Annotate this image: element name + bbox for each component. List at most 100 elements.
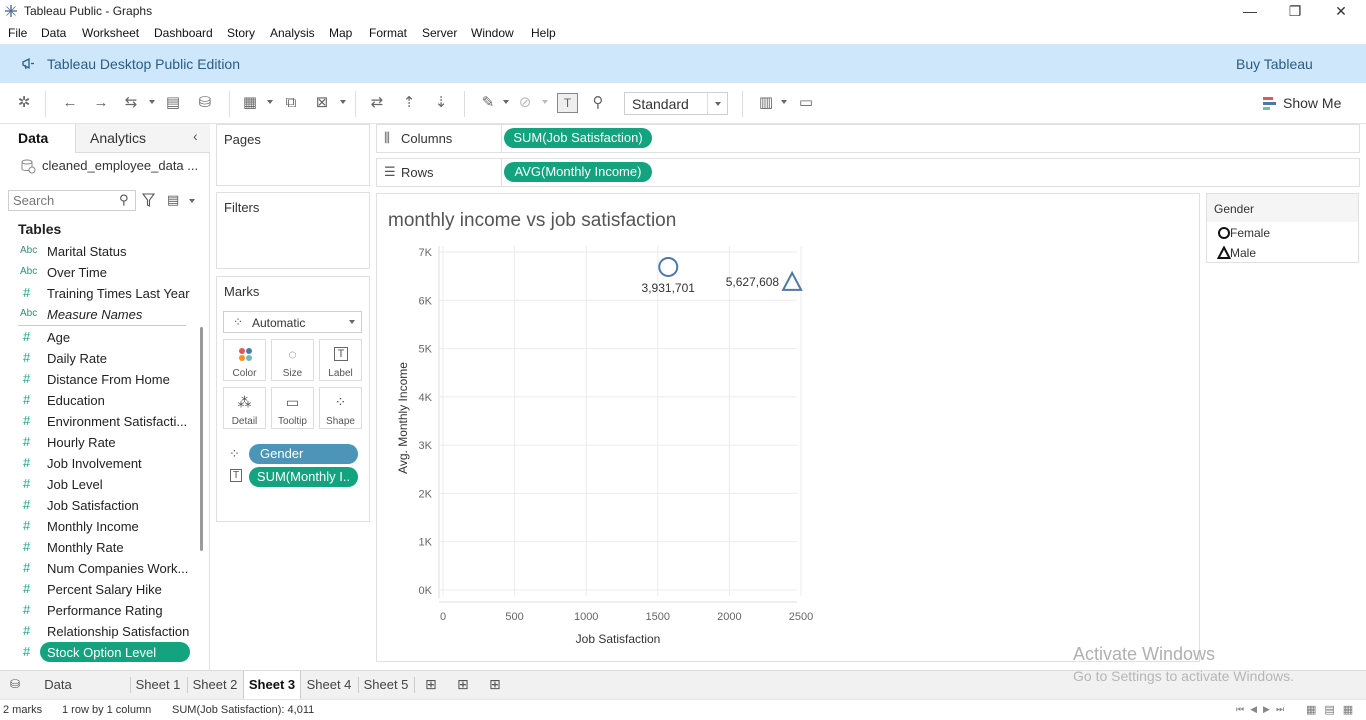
field-training-times[interactable]: # Training Times Last Year — [0, 283, 190, 304]
tab-data[interactable]: Data — [18, 130, 48, 146]
data-source-tab[interactable]: Data Source — [22, 671, 94, 720]
tab-analytics[interactable]: Analytics — [90, 130, 146, 146]
search-icon[interactable]: ⚲ — [119, 192, 129, 208]
tableau-home-icon[interactable]: ✲ — [14, 93, 34, 113]
menu-map[interactable]: Map — [329, 26, 352, 40]
new-sheet-dropdown-icon[interactable] — [267, 100, 273, 104]
rows-pill[interactable]: AVG(Monthly Income) — [504, 162, 652, 182]
male-triangle-mark[interactable] — [781, 270, 803, 291]
viz-area[interactable]: monthly income vs job satisfaction 0K 1K 2… — [376, 193, 1200, 662]
field-monthly-income[interactable]: # Monthly Income — [0, 516, 190, 537]
field-over-time[interactable]: Abc Over Time — [0, 262, 190, 283]
menu-data[interactable]: Data — [41, 26, 66, 40]
buy-tableau-link[interactable]: Buy Tableau — [1236, 56, 1313, 72]
show-me-button[interactable]: Show Me — [1283, 95, 1341, 111]
female-circle-mark[interactable] — [658, 256, 679, 277]
field-education[interactable]: # Education — [0, 390, 190, 411]
menu-file[interactable]: File — [8, 26, 27, 40]
shape-button[interactable]: ⁘ Shape — [319, 387, 362, 429]
group-members-icon[interactable]: ⊘ — [515, 93, 535, 113]
filter-icon[interactable] — [142, 193, 155, 207]
view-mode-icons[interactable]: ▦▤▦ — [1306, 703, 1361, 716]
sort-ascending-icon[interactable]: ⇡ — [399, 93, 419, 113]
clear-sheet-icon[interactable]: ⊠ — [312, 93, 332, 113]
field-job-involvement[interactable]: # Job Involvement — [0, 453, 190, 474]
tooltip-button[interactable]: ▭ Tooltip — [271, 387, 314, 429]
sheet-navigation-icons[interactable]: ⏮◀▶⏭ — [1236, 704, 1290, 715]
field-monthly-rate[interactable]: # Monthly Rate — [0, 537, 190, 558]
menu-dashboard[interactable]: Dashboard — [154, 26, 213, 40]
new-datasource-icon[interactable]: ⛁ — [195, 93, 215, 113]
size-button[interactable]: ◌ Size — [271, 339, 314, 381]
search-field[interactable]: ⚲ — [8, 190, 136, 211]
show-labels-icon[interactable]: T — [557, 93, 578, 113]
pin-axes-icon[interactable]: ⚲ — [588, 93, 608, 113]
menu-help[interactable]: Help — [531, 26, 556, 40]
field-job-level[interactable]: # Job Level — [0, 474, 190, 495]
data-pane-scrollbar[interactable] — [200, 327, 203, 551]
minimize-icon[interactable]: — — [1227, 2, 1273, 22]
datasource-name[interactable]: cleaned_employee_data ... — [42, 158, 198, 173]
clear-dropdown-icon[interactable] — [340, 100, 346, 104]
filters-card[interactable]: Filters — [216, 192, 370, 269]
menu-analysis[interactable]: Analysis — [270, 26, 315, 40]
restore-icon[interactable]: ❐ — [1272, 2, 1318, 22]
field-daily-rate[interactable]: # Daily Rate — [0, 348, 190, 369]
new-worksheet-icon[interactable]: ▦ — [240, 93, 260, 113]
field-percent-salary-hike[interactable]: # Percent Salary Hike — [0, 579, 190, 600]
tab-sheet-2[interactable]: Sheet 2 — [188, 671, 242, 699]
field-distance-from-home[interactable]: # Distance From Home — [0, 369, 190, 390]
field-measure-names[interactable]: Abc Measure Names — [0, 304, 190, 325]
legend-item-male[interactable]: Male — [1230, 246, 1256, 260]
menu-format[interactable]: Format — [369, 26, 407, 40]
fit-select[interactable]: Standard — [624, 92, 728, 115]
undo-icon[interactable]: ← — [60, 93, 80, 113]
color-button[interactable]: Color — [223, 339, 266, 381]
field-hourly-rate[interactable]: # Hourly Rate — [0, 432, 190, 453]
highlight-icon[interactable]: ✎ — [478, 93, 498, 113]
sort-descending-icon[interactable]: ⇣ — [431, 93, 451, 113]
field-age[interactable]: # Age — [0, 327, 190, 348]
search-input[interactable] — [13, 193, 113, 208]
legend-item-female[interactable]: Female — [1230, 226, 1270, 240]
new-story-icon[interactable]: ⊞ — [489, 676, 501, 693]
view-dropdown-icon[interactable] — [189, 199, 195, 203]
highlight-dropdown-icon[interactable] — [503, 100, 509, 104]
fit-dropdown[interactable] — [707, 93, 727, 114]
chart-marks[interactable]: 3,931,701 5,627,608 — [642, 256, 803, 295]
gender-shape-pill[interactable]: Gender — [249, 444, 358, 464]
presentation-mode-icon[interactable]: ▭ — [796, 93, 816, 113]
columns-pill[interactable]: SUM(Job Satisfaction) — [504, 128, 652, 148]
field-marital-status[interactable]: Abc Marital Status — [0, 241, 190, 262]
tab-sheet-1[interactable]: Sheet 1 — [131, 671, 185, 699]
tab-sheet-5[interactable]: Sheet 5 — [359, 671, 413, 699]
field-performance-rating[interactable]: # Performance Rating — [0, 600, 190, 621]
gender-legend[interactable]: Gender Female Male — [1206, 193, 1359, 263]
field-job-satisfaction[interactable]: # Job Satisfaction — [0, 495, 190, 516]
scatter-chart[interactable]: monthly income vs job satisfaction 0K 1K 2… — [377, 194, 1199, 661]
tab-sheet-4[interactable]: Sheet 4 — [302, 671, 356, 699]
field-relationship-satisfaction[interactable]: # Relationship Satisfaction — [0, 621, 190, 642]
replay-icon[interactable]: ⇆ — [121, 93, 141, 113]
new-dashboard-icon[interactable]: ⊞ — [457, 676, 469, 693]
save-icon[interactable]: ▤ — [163, 93, 183, 113]
field-num-companies-worked[interactable]: # Num Companies Work... — [0, 558, 190, 579]
field-environment-satisfaction[interactable]: # Environment Satisfacti... — [0, 411, 190, 432]
menu-story[interactable]: Story — [227, 26, 255, 40]
cards-dropdown-icon[interactable] — [781, 100, 787, 104]
detail-button[interactable]: ⁂ Detail — [223, 387, 266, 429]
replay-dropdown-icon[interactable] — [149, 100, 155, 104]
new-worksheet-icon[interactable]: ⊞ — [425, 676, 437, 693]
group-dropdown-icon[interactable] — [542, 100, 548, 104]
field-stock-option-level[interactable]: # Stock Option Level — [0, 642, 190, 663]
show-me-icon[interactable] — [1263, 96, 1277, 110]
duplicate-sheet-icon[interactable]: ⧉ — [281, 93, 301, 113]
collapse-pane-icon[interactable]: ‹ — [193, 128, 198, 144]
mark-type-select[interactable]: ⁘ Automatic — [223, 311, 362, 333]
monthly-income-label-pill[interactable]: SUM(Monthly I.. — [249, 467, 358, 487]
pages-card[interactable]: Pages — [216, 124, 370, 186]
cards-view-icon[interactable]: ▥ — [756, 93, 776, 113]
label-button[interactable]: T Label — [319, 339, 362, 381]
menu-worksheet[interactable]: Worksheet — [82, 26, 139, 40]
swap-rows-columns-icon[interactable]: ⇄ — [367, 93, 387, 113]
